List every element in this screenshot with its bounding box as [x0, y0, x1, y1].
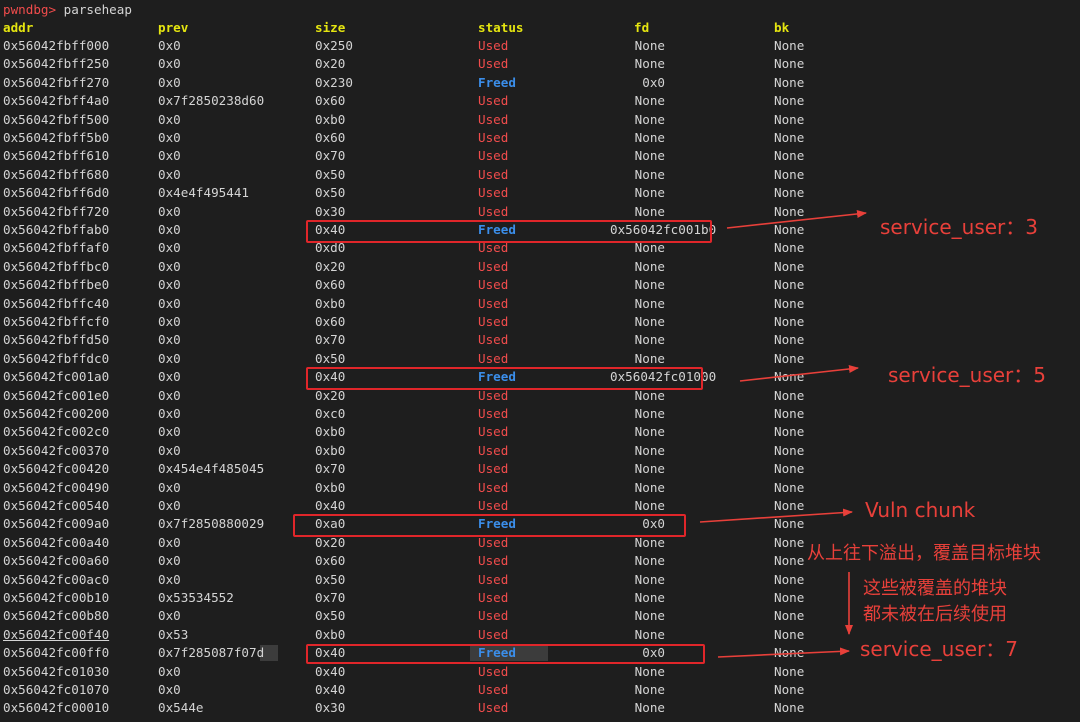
annotation-overflow-note: 从上往下溢出，覆盖目标堆块 [807, 543, 1041, 564]
annotation-service-user-7: service_user：7 [860, 637, 1018, 661]
arrow-service-user-3 [726, 209, 867, 229]
annotation-unused-note-line1: 这些被覆盖的堆块 [863, 578, 1007, 599]
annotation-vuln-chunk: Vuln chunk [865, 498, 976, 522]
arrow-service-user-7 [717, 647, 850, 658]
annotation-unused-note-line2: 都未被在后续使用 [863, 604, 1007, 625]
annotation-service-user-5: service_user：5 [888, 363, 1046, 387]
arrow-service-user-5 [739, 365, 859, 382]
arrow-vuln-chunk [699, 508, 853, 523]
annotation-service-user-3: service_user：3 [880, 215, 1038, 239]
terminal-window: pwndbg> parseheap addr prev size status … [0, 0, 1080, 722]
